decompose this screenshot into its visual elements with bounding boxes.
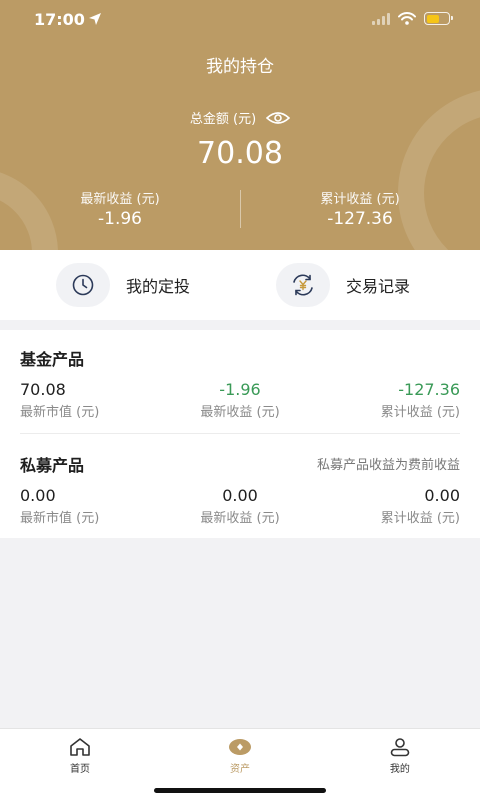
tab-label: 首页 xyxy=(69,764,90,775)
home-icon xyxy=(70,738,90,756)
products-card: 基金产品 70.08 最新市值 (元) -1.96 最新收益 (元) -127.… xyxy=(0,330,480,538)
profile-icon xyxy=(390,738,410,757)
yuan-exchange-icon[interactable] xyxy=(276,263,330,307)
stats-divider xyxy=(240,190,241,228)
stat-value: -127.36 xyxy=(327,209,393,229)
quick-actions: 我的定投 交易记录 xyxy=(0,250,480,320)
metric-value: 0.00 xyxy=(424,486,460,505)
total-amount-label: 总金额 (元) xyxy=(189,112,257,127)
tab-mine[interactable]: 我的 xyxy=(320,729,480,800)
metric-label: 最新收益 (元) xyxy=(200,405,280,420)
metric-value: 0.00 xyxy=(20,486,56,505)
stat-label: 最新收益 (元) xyxy=(80,192,160,207)
cumulative-income-stat: 累计收益 (元) -127.36 xyxy=(240,188,480,230)
metric-label: 最新收益 (元) xyxy=(200,511,280,526)
latest-income-column: 0.00 最新收益 (元) xyxy=(200,486,279,526)
metric-label: 最新市值 (元) xyxy=(20,405,100,420)
section-divider xyxy=(20,433,460,434)
market-value-column: 0.00 最新市值 (元) xyxy=(20,486,99,526)
my-auto-invest-button[interactable]: 我的定投 xyxy=(0,250,240,320)
header-banner: 17:00 我的持仓 总金额 (元) 70.08 最新收益 (元) -1.96 … xyxy=(0,0,480,250)
metric-label: 累计收益 (元) xyxy=(380,511,460,526)
market-value-column: 70.08 最新市值 (元) xyxy=(20,380,99,420)
location-arrow-icon xyxy=(89,13,101,25)
assets-icon xyxy=(228,739,251,755)
status-bar: 17:00 xyxy=(0,0,480,44)
total-amount-value: 70.08 xyxy=(197,136,283,171)
fund-products-section[interactable]: 基金产品 70.08 最新市值 (元) -1.96 最新收益 (元) -127.… xyxy=(20,346,460,420)
battery-icon xyxy=(424,12,453,25)
clock-icon xyxy=(56,263,110,307)
cumulative-income-column: -127.36 累计收益 (元) xyxy=(381,380,460,420)
eye-icon[interactable] xyxy=(266,111,291,125)
metric-value: -1.96 xyxy=(219,380,261,399)
action-label: 我的定投 xyxy=(126,277,191,296)
tab-home[interactable]: 首页 xyxy=(0,729,160,800)
trade-records-label[interactable]: 交易记录 xyxy=(346,273,410,297)
metric-label: 累计收益 (元) xyxy=(380,405,460,420)
section-title: 基金产品 xyxy=(20,350,85,369)
stat-label: 累计收益 (元) xyxy=(320,192,400,207)
home-indicator xyxy=(154,788,326,793)
latest-income-stat: 最新收益 (元) -1.96 xyxy=(0,188,240,230)
cumulative-income-column: 0.00 累计收益 (元) xyxy=(381,486,460,526)
metric-value: 70.08 xyxy=(20,380,66,399)
status-time: 17:00 xyxy=(34,10,85,29)
tab-label: 我的 xyxy=(389,764,410,775)
metric-value: -127.36 xyxy=(398,380,460,399)
page-title: 我的持仓 xyxy=(206,57,274,77)
section-note: 私募产品收益为费前收益 xyxy=(316,458,460,473)
metric-label: 最新市值 (元) xyxy=(20,511,100,526)
private-products-section[interactable]: 私募产品 私募产品收益为费前收益 0.00 最新市值 (元) 0.00 最新收益… xyxy=(20,452,460,526)
wifi-icon xyxy=(398,12,416,25)
metric-value: 0.00 xyxy=(222,486,258,505)
cellular-signal-icon xyxy=(372,12,390,25)
stat-value: -1.96 xyxy=(98,209,142,229)
tab-label: 资产 xyxy=(229,764,250,775)
latest-income-column: -1.96 最新收益 (元) xyxy=(200,380,279,420)
